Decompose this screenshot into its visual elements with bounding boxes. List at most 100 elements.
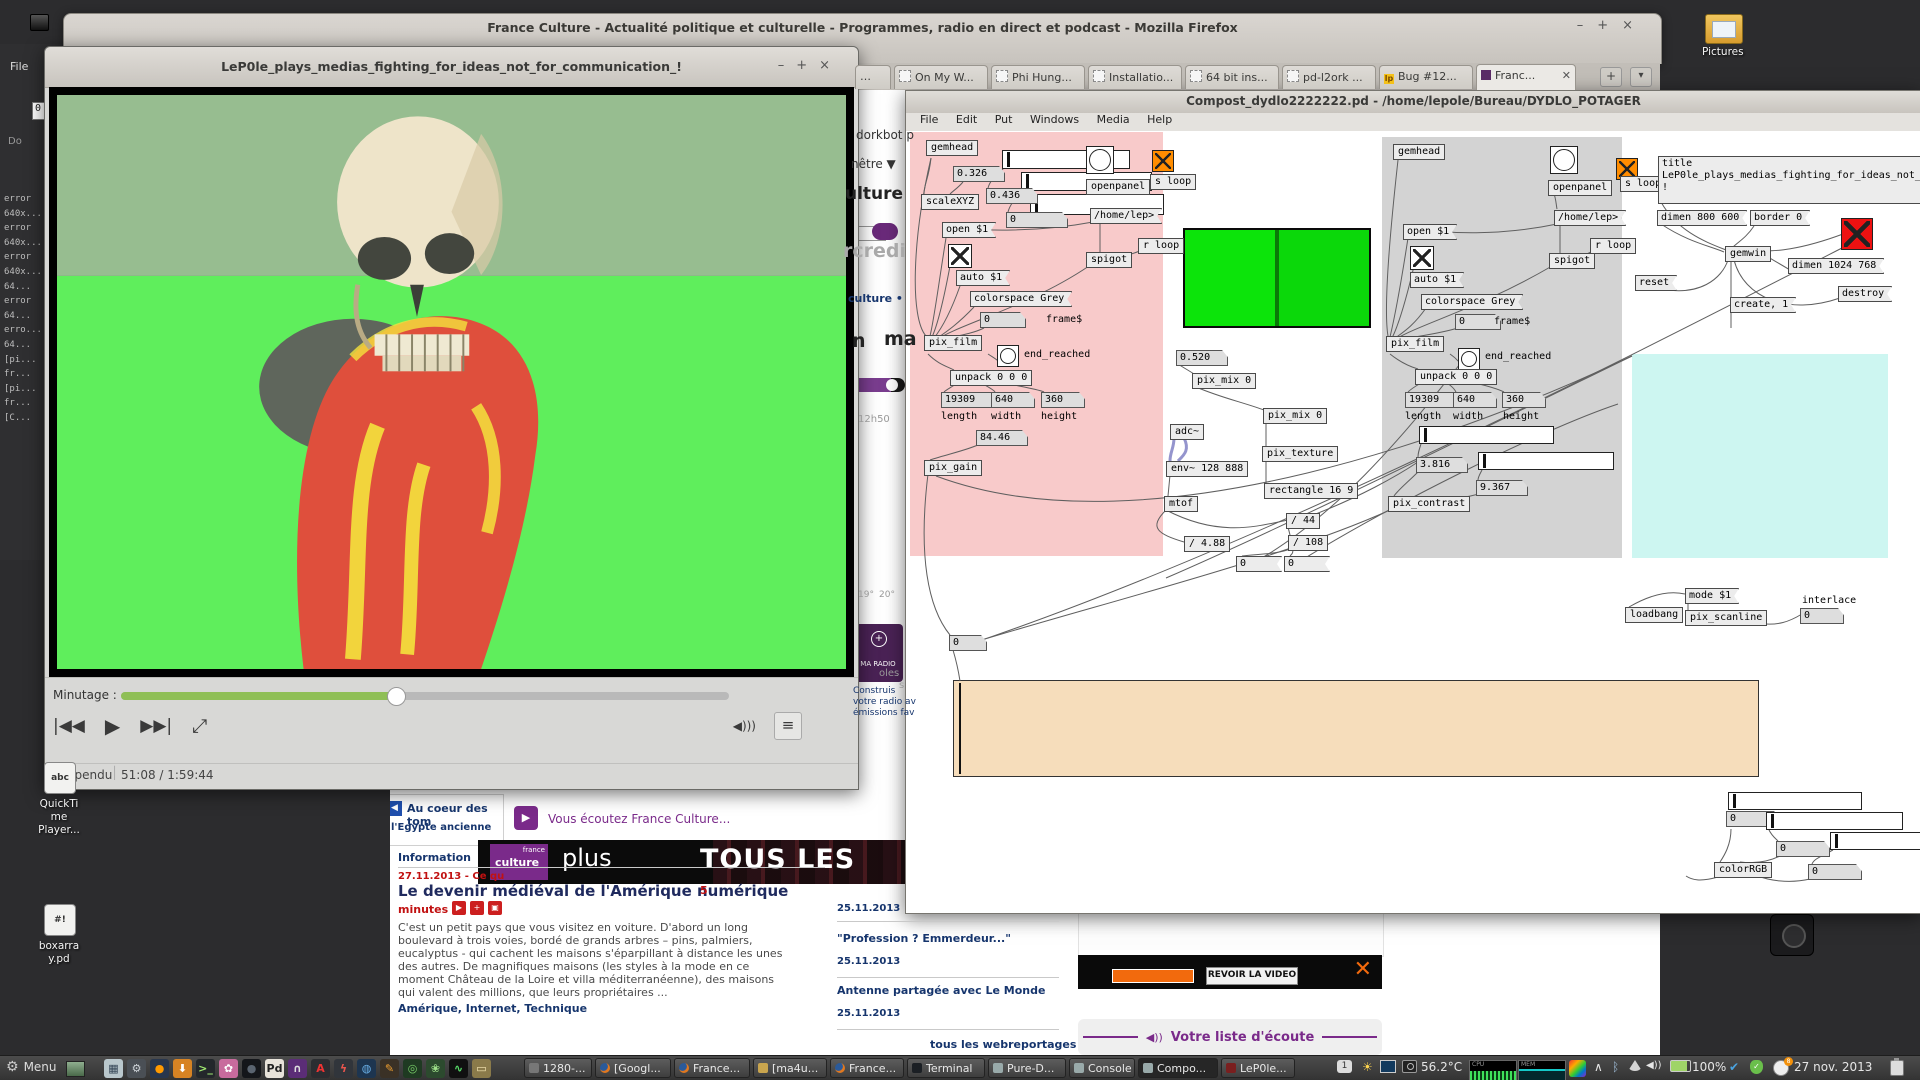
clock-icon[interactable]: 8 bbox=[1773, 1060, 1789, 1076]
pd-tgl[interactable] bbox=[1841, 218, 1873, 250]
pd-num-9.367[interactable]: 9.367 bbox=[1476, 480, 1528, 496]
pd-titlebar[interactable]: Compost_dydlo2222222.pd - /home/lepole/B… bbox=[906, 91, 1920, 114]
launcher-icon[interactable]: ⬇ bbox=[173, 1059, 192, 1078]
pd-obj-r-loop[interactable]: r loop bbox=[1590, 238, 1636, 254]
pd-num-0[interactable]: 0 bbox=[980, 312, 1026, 328]
pd-num-0[interactable]: 0 bbox=[949, 635, 987, 651]
desktop-corner-icon[interactable] bbox=[30, 14, 49, 31]
launcher-icon[interactable]: ⚙ bbox=[127, 1059, 146, 1078]
launcher-icon[interactable]: ∿ bbox=[449, 1059, 468, 1078]
pd-obj-/-44[interactable]: / 44 bbox=[1286, 513, 1320, 529]
page-text[interactable]: Amérique, Internet, Technique bbox=[398, 1002, 587, 1015]
launcher-icon[interactable]: ✎ bbox=[380, 1059, 399, 1078]
pd-hsl[interactable] bbox=[1830, 832, 1920, 850]
pd-msg-open-$1[interactable]: open $1 bbox=[942, 222, 996, 238]
pd-msg-auto-$1[interactable]: auto $1 bbox=[956, 270, 1010, 286]
tab-on-my-w-[interactable]: On My W... bbox=[894, 65, 988, 89]
launcher-icon[interactable]: ◍ bbox=[357, 1059, 376, 1078]
pd-msg-reset[interactable]: reset bbox=[1635, 275, 1677, 291]
previous-button[interactable]: |◀◀ bbox=[53, 716, 85, 736]
brightness-icon[interactable]: ☀ bbox=[1362, 1060, 1373, 1074]
audio-progress-knob[interactable] bbox=[886, 379, 898, 391]
expand-caret-icon[interactable]: ∧ bbox=[1594, 1060, 1603, 1074]
pd-obj-s-loop[interactable]: s loop bbox=[1150, 174, 1196, 190]
taskbar-window-pure-d-[interactable]: Pure-D... bbox=[988, 1058, 1066, 1078]
pd-num-0.436[interactable]: 0.436 bbox=[986, 188, 1038, 204]
taskbar-window-console[interactable]: Console bbox=[1069, 1058, 1135, 1078]
pd-hsl[interactable] bbox=[1478, 452, 1614, 470]
fullscreen-button[interactable]: ⤢ bbox=[192, 715, 207, 737]
pd-num-0[interactable]: 0 bbox=[1800, 608, 1844, 624]
pd-num-360[interactable]: 360 bbox=[1041, 392, 1085, 408]
bluetooth-icon[interactable]: ᛒ bbox=[1612, 1060, 1619, 1074]
page-text[interactable]: culture • bbox=[848, 292, 903, 305]
pd-obj-pix-contrast[interactable]: pix_contrast bbox=[1388, 496, 1470, 512]
desktop-icon[interactable]: #! bbox=[44, 904, 76, 936]
pd-obj-loadbang[interactable]: loadbang bbox=[1625, 607, 1683, 623]
pd-tgl[interactable] bbox=[948, 244, 972, 268]
pd-bang[interactable] bbox=[1550, 146, 1578, 174]
article-action-icon[interactable]: ▶ bbox=[452, 901, 466, 915]
taskbar-window--googl-[interactable]: [Googl... bbox=[595, 1058, 671, 1078]
tab--[interactable]: … bbox=[855, 65, 891, 89]
pd-hsl[interactable] bbox=[1419, 426, 1554, 444]
desktop-icon[interactable]: abc bbox=[44, 762, 76, 794]
play-button[interactable]: ▶ bbox=[105, 714, 120, 738]
play-icon[interactable]: ▶ bbox=[514, 806, 538, 830]
tab-pd-l2ork-[interactable]: pd-l2ork ... bbox=[1282, 65, 1376, 89]
pd-num-0.326[interactable]: 0.326 bbox=[953, 166, 1005, 182]
volume-icon[interactable]: ◀)) bbox=[1646, 1060, 1662, 1071]
menu-media[interactable]: Media bbox=[1097, 113, 1130, 126]
video-frame[interactable] bbox=[49, 87, 854, 677]
pd-obj-pix-gain[interactable]: pix_gain bbox=[924, 460, 982, 476]
page-text[interactable]: 25.11.2013 bbox=[837, 903, 900, 914]
video-embed-progress[interactable] bbox=[1112, 969, 1194, 983]
screenshot-icon[interactable] bbox=[1402, 1060, 1417, 1073]
desktop-icon-label[interactable]: QuickTi bbox=[36, 798, 82, 810]
pd-msg-title[interactable]: title LeP0le_plays_medias_fighting_for_i… bbox=[1658, 156, 1920, 204]
pd-tgl[interactable] bbox=[1410, 246, 1434, 270]
pd-obj-adc~[interactable]: adc~ bbox=[1170, 424, 1204, 440]
pd-obj-mtof[interactable]: mtof bbox=[1164, 496, 1198, 512]
pd-msg-0[interactable]: 0 bbox=[1236, 556, 1282, 572]
tab-bug-12-[interactable]: lpBug #12... bbox=[1379, 65, 1473, 89]
notification-icon[interactable]: 1 bbox=[1337, 1060, 1352, 1073]
menu-button[interactable]: ⚙Menu bbox=[6, 1059, 57, 1075]
updates-check-icon[interactable]: ✔ bbox=[1729, 1060, 1739, 1074]
taskbar-window-france-[interactable]: France... bbox=[830, 1058, 904, 1078]
taskbar-window-lep0le-[interactable]: LeP0le... bbox=[1221, 1058, 1295, 1078]
tab-64-bit-ins-[interactable]: 64 bit ins... bbox=[1185, 65, 1279, 89]
tab-list-button[interactable]: ▾ bbox=[1630, 67, 1652, 87]
player-window-buttons[interactable]: –+× bbox=[778, 58, 842, 73]
app-icon[interactable] bbox=[1770, 914, 1814, 956]
launcher-icon[interactable]: ∩ bbox=[288, 1059, 307, 1078]
pd-obj-r-loop[interactable]: r loop bbox=[1138, 238, 1184, 254]
close-icon[interactable]: ✕ bbox=[1354, 957, 1372, 982]
pd-obj-spigot[interactable]: spigot bbox=[1549, 253, 1595, 269]
seek-slider[interactable] bbox=[121, 692, 729, 700]
article-action-icon[interactable]: ▣ bbox=[488, 901, 502, 915]
pd-msg-dimen-1024-768[interactable]: dimen 1024 768 bbox=[1788, 258, 1884, 274]
pd-obj-/-4.88[interactable]: / 4.88 bbox=[1184, 536, 1230, 552]
desktop-icon-label[interactable]: Player... bbox=[36, 824, 82, 836]
tab-franc-[interactable]: Franc...✕ bbox=[1476, 64, 1576, 90]
tab-close-icon[interactable]: ✕ bbox=[1562, 69, 1571, 82]
launcher-icon[interactable]: ◎ bbox=[403, 1059, 422, 1078]
battery-icon[interactable] bbox=[1670, 1060, 1691, 1072]
color-profile-icon[interactable] bbox=[1569, 1060, 1586, 1077]
launcher-icon[interactable]: ● bbox=[242, 1059, 261, 1078]
tab-phi-hung-[interactable]: Phi Hung... bbox=[991, 65, 1085, 89]
pd-bang[interactable] bbox=[1086, 146, 1114, 174]
pd-hsl[interactable] bbox=[1766, 812, 1903, 830]
playlist-box[interactable]: ◀)) Votre liste d'écoute bbox=[1078, 1019, 1382, 1055]
revoir-button[interactable]: REVOIR LA VIDEO bbox=[1206, 967, 1298, 985]
taskbar-window--ma4u-[interactable]: [ma4u... bbox=[753, 1058, 827, 1078]
page-text[interactable]: 25.11.2013 bbox=[837, 956, 900, 967]
wifi-icon[interactable] bbox=[1628, 1060, 1642, 1071]
mem-graph[interactable]: MEM bbox=[1518, 1060, 1566, 1080]
launcher-icon[interactable]: >_ bbox=[196, 1059, 215, 1078]
pd-num-360[interactable]: 360 bbox=[1502, 392, 1546, 408]
menu-file[interactable]: File bbox=[920, 113, 938, 126]
launcher-icon[interactable]: ▭ bbox=[472, 1059, 491, 1078]
france-culture-plus-banner[interactable]: france culture plus TOUS LES bbox=[478, 840, 906, 884]
